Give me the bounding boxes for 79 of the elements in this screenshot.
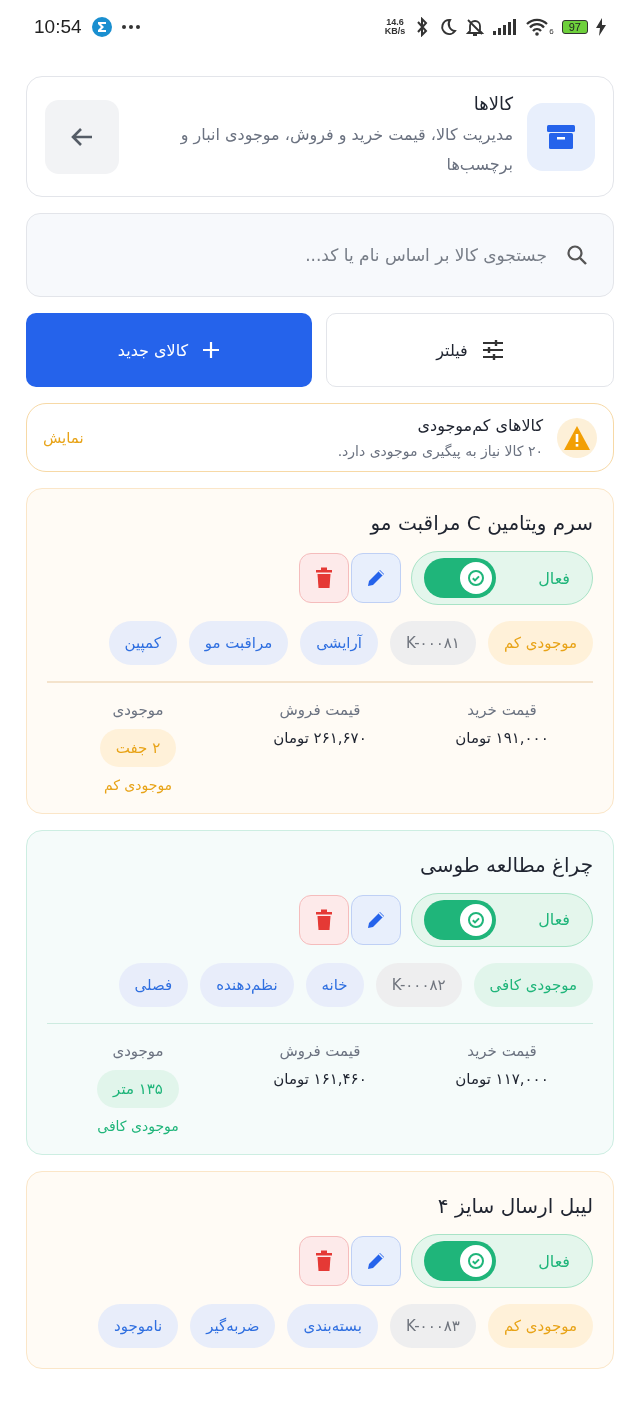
bell-off-icon bbox=[465, 17, 486, 37]
plus-icon bbox=[202, 341, 221, 359]
stat-label: موجودی bbox=[112, 1042, 164, 1060]
clock-time: 10:54 bbox=[34, 16, 82, 38]
stat-label: قیمت خرید bbox=[467, 700, 537, 719]
tag-chip: خانه bbox=[305, 962, 364, 1007]
trash-icon bbox=[315, 567, 333, 589]
stock-quantity: ۱۳۵ متر bbox=[97, 1070, 179, 1108]
product-name: سرم ویتامین C مراقبت مو bbox=[368, 511, 593, 535]
pencil-icon bbox=[365, 1250, 387, 1272]
active-toggle[interactable]: فعال bbox=[411, 1234, 593, 1288]
check-icon bbox=[468, 911, 484, 928]
wifi-label: 6 bbox=[549, 27, 554, 36]
more-icon bbox=[121, 25, 140, 29]
warning-icon bbox=[557, 417, 597, 458]
check-icon bbox=[468, 1253, 484, 1269]
tag-chip: K-۰۰۰۸۱ bbox=[389, 621, 476, 665]
active-toggle[interactable]: فعال bbox=[411, 892, 593, 947]
edit-button[interactable] bbox=[351, 1236, 401, 1286]
stock-quantity: ۲ جفت bbox=[99, 728, 177, 767]
new-item-button[interactable]: کالای جدید bbox=[26, 313, 312, 387]
stat-value: ۱۱۷,۰۰۰ تومان bbox=[455, 1070, 549, 1088]
alert-title: کالاهای کم‌موجودی bbox=[416, 416, 543, 435]
stat-label: قیمت خرید bbox=[467, 1042, 537, 1060]
tag-chip: K-۰۰۰۸۲ bbox=[375, 962, 462, 1007]
battery-indicator: 97 bbox=[561, 20, 588, 34]
stat-label: قیمت فروش bbox=[279, 1042, 361, 1060]
toggle-label: فعال bbox=[538, 568, 570, 588]
wifi-icon bbox=[525, 18, 550, 36]
toggle-switch[interactable] bbox=[424, 558, 496, 598]
tag-chip: موجودی کم bbox=[487, 1304, 593, 1348]
edit-button[interactable] bbox=[351, 894, 401, 945]
product-name: چراغ مطالعه طوسی bbox=[419, 852, 593, 877]
moon-icon bbox=[439, 18, 458, 36]
tag-chip: آرایشی bbox=[300, 621, 378, 665]
toggle-switch[interactable] bbox=[424, 1241, 496, 1281]
tag-chip: موجودی کافی bbox=[473, 962, 593, 1007]
alert-message: ۲۰ کالا نیاز به پیگیری موجودی دارد. bbox=[336, 443, 543, 459]
stat-value: ۱۹۱,۰۰۰ تومان bbox=[455, 728, 549, 747]
active-toggle[interactable]: فعال bbox=[411, 551, 593, 605]
show-link[interactable]: نمایش bbox=[43, 428, 84, 447]
edit-button[interactable] bbox=[351, 553, 401, 603]
tag-chip: موجودی کم bbox=[487, 621, 593, 665]
pencil-icon bbox=[365, 567, 387, 589]
tag-chip: فصلی bbox=[118, 962, 189, 1007]
toggle-switch[interactable] bbox=[424, 899, 496, 940]
stock-note: موجودی کافی bbox=[97, 1118, 179, 1134]
page-title: کالاها bbox=[472, 93, 513, 114]
delete-button[interactable] bbox=[299, 1236, 349, 1286]
stock-note: موجودی کم bbox=[103, 776, 173, 793]
filter-button[interactable]: فیلتر bbox=[326, 313, 614, 387]
signal-icon bbox=[493, 19, 518, 35]
search-icon bbox=[565, 243, 589, 267]
delete-button[interactable] bbox=[299, 894, 349, 945]
trash-icon bbox=[315, 908, 333, 931]
delete-button[interactable] bbox=[299, 553, 349, 603]
toggle-label: فعال bbox=[538, 1251, 570, 1271]
product-name: لیبل ارسال سایز ۴ bbox=[436, 1194, 593, 1218]
page-subtitle: مدیریت کالا، قیمت خرید و فروش، موجودی انبار و برچسب‌ها bbox=[179, 124, 513, 177]
tag-chip: ناموجود bbox=[98, 1304, 179, 1348]
check-icon bbox=[468, 570, 484, 586]
charging-icon bbox=[596, 18, 606, 36]
trash-icon bbox=[315, 1250, 333, 1272]
tag-chip: کمپین bbox=[108, 621, 177, 665]
search-field[interactable]: جستجوی کالا بر اساس نام یا کد... bbox=[51, 244, 549, 266]
network-speed: 14.6 KB/s bbox=[384, 18, 406, 36]
tag-chip: مراقبت مو bbox=[188, 621, 289, 665]
archive-icon bbox=[527, 102, 595, 171]
tag-chip: K-۰۰۰۸۳ bbox=[389, 1304, 476, 1348]
tag-chip: ضربه‌گیر bbox=[190, 1304, 276, 1348]
sliders-icon bbox=[481, 340, 504, 360]
tag-chip: نظم‌دهنده bbox=[200, 962, 294, 1007]
toggle-label: فعال bbox=[538, 910, 570, 929]
stat-value: ۱۶۱,۴۶۰ تومان bbox=[273, 1070, 367, 1088]
stat-label: موجودی bbox=[112, 700, 164, 719]
stat-label: قیمت فروش bbox=[279, 700, 361, 719]
tag-chip: بسته‌بندی bbox=[287, 1304, 378, 1348]
sigma-app-icon bbox=[91, 17, 112, 37]
stat-value: ۲۶۱,۶۷۰ تومان bbox=[273, 728, 367, 747]
